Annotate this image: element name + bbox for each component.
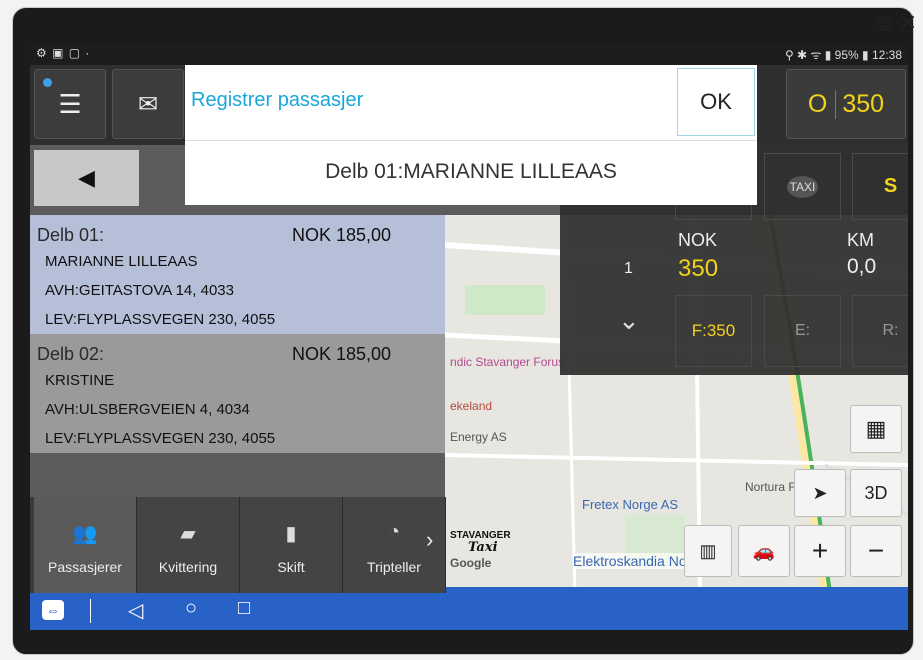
- 3d-label: 3D: [864, 482, 888, 503]
- teamviewer-icon[interactable]: ⇔: [42, 600, 64, 620]
- fare-value: 350: [835, 89, 884, 119]
- grid-icon: ▦: [865, 416, 887, 441]
- poi-label: ndic Stavanger Forus: [450, 355, 565, 369]
- s-button[interactable]: S: [852, 153, 908, 220]
- nav-back-icon[interactable]: ◁: [128, 598, 143, 623]
- mail-icon: ✉: [137, 90, 159, 118]
- e-button[interactable]: E:: [764, 295, 841, 367]
- list-item[interactable]: Delb 01: NOK 185,00 MARIANNE LILLEAAS AV…: [30, 215, 445, 334]
- google-logo: Google: [450, 556, 492, 570]
- bar-chart-icon: ▥: [699, 540, 717, 561]
- back-arrow-icon: ◀: [78, 165, 95, 190]
- f-label: F:350: [691, 321, 736, 340]
- back-button[interactable]: ◀: [34, 150, 139, 206]
- bottom-tab-bar: 👥 Passasjerer ▰ Kvittering ▮ Skift ◔ Tri…: [30, 497, 446, 593]
- nav-home-icon[interactable]: ○: [185, 597, 197, 620]
- nav-divider: [90, 599, 91, 623]
- location-arrow-icon: ➤: [812, 482, 828, 503]
- locate-button[interactable]: ➤: [794, 469, 846, 517]
- close-icon[interactable]: ✕: [899, 10, 917, 36]
- app-screen: ndic Stavanger Forus ekeland Energy AS F…: [30, 65, 908, 593]
- e-label: E:: [794, 322, 811, 339]
- nav-recent-icon[interactable]: □: [238, 597, 250, 620]
- passenger-count: 1: [624, 260, 633, 277]
- tab-kvittering[interactable]: ▰ Kvittering: [137, 497, 240, 593]
- list-item[interactable]: Delb 02: NOK 185,00 KRISTINE AVH:ULSBERG…: [30, 334, 445, 453]
- tab-label: Kvittering: [158, 559, 218, 575]
- poi-label: ekeland: [450, 399, 493, 413]
- selected-passenger[interactable]: Delb 01:MARIANNE LILLEAAS: [185, 160, 757, 184]
- grid-button[interactable]: ▦: [850, 405, 902, 453]
- dialog-divider: [185, 140, 757, 141]
- passenger-header: Delb 02: NOK 185,00: [30, 334, 445, 366]
- 3d-button[interactable]: 3D: [850, 469, 902, 517]
- taxi-icon: TAXI: [786, 175, 819, 198]
- passenger-name: MARIANNE LILLEAAS: [45, 253, 198, 270]
- passenger-price: NOK 185,00: [292, 344, 392, 364]
- km-label: KM: [847, 230, 874, 250]
- dropoff-address: LEV:FLYPLASSVEGEN 230, 4055: [45, 311, 276, 328]
- status-left-icons: ⚙ ▣ ▢ ·: [36, 46, 91, 60]
- stavanger-taxi-logo: STAVANGER Taxi Google: [450, 530, 511, 569]
- register-passenger-dialog: Registrer passasjer OK Delb 01:MARIANNE …: [185, 65, 757, 205]
- tab-label: Passasjerer: [48, 559, 122, 575]
- tab-skift[interactable]: ▮ Skift: [240, 497, 343, 593]
- zoom-in-button[interactable]: +: [794, 525, 846, 577]
- passenger-header: Delb 01: NOK 185,00: [30, 215, 445, 247]
- messages-button[interactable]: ✉: [112, 69, 184, 139]
- taxi-button[interactable]: TAXI: [764, 153, 841, 220]
- status-right-info: ⚲ ✱ ᯤ ▮ 95% ▮ 12:38: [784, 48, 902, 62]
- android-status-bar: ⚙ ▣ ▢ · ⚲ ✱ ᯤ ▮ 95% ▮ 12:38: [30, 43, 908, 65]
- logo-script: Taxi: [468, 540, 498, 555]
- menu-button[interactable]: ☰: [34, 69, 106, 139]
- shift-icon: ▮: [285, 523, 297, 545]
- car-icon: 🚗: [752, 540, 776, 561]
- passenger-price: NOK 185,00: [292, 225, 392, 245]
- r-button[interactable]: R:: [852, 295, 908, 367]
- pickup-address: AVH:ULSBERGVEIEN 4, 4034: [45, 401, 250, 418]
- passenger-id: Delb 01:: [37, 225, 105, 245]
- dialog-title: Registrer passasjer: [191, 89, 364, 111]
- r-label: R:: [882, 322, 899, 339]
- tab-passasjerer[interactable]: 👥 Passasjerer: [34, 497, 137, 593]
- receipt-icon: ▰: [180, 523, 196, 545]
- tab-label: Skift: [277, 559, 305, 575]
- android-nav-bar: ⇔ ◁ ○ □: [30, 593, 908, 630]
- notification-dot: [43, 78, 52, 87]
- cars-button[interactable]: 🚗: [738, 525, 790, 577]
- poi-label: Energy AS: [450, 430, 507, 444]
- minus-icon: −: [867, 535, 885, 566]
- fare-display[interactable]: O 350: [786, 69, 906, 139]
- s-label: S: [883, 175, 898, 197]
- passengers-icon: 👥: [72, 523, 98, 545]
- ok-button[interactable]: OK: [677, 68, 755, 136]
- plus-icon: +: [811, 535, 829, 566]
- window-controls: ⧉ ✕: [877, 10, 917, 36]
- passenger-id: Delb 02:: [37, 344, 105, 364]
- chevron-right-icon[interactable]: ›: [426, 527, 433, 553]
- f-button[interactable]: F:350: [675, 295, 752, 367]
- passenger-list: Delb 01: NOK 185,00 MARIANNE LILLEAAS AV…: [30, 215, 445, 495]
- fare-prefix: O: [807, 89, 828, 118]
- km-value: 0,0: [847, 255, 877, 278]
- stats-button[interactable]: ▥: [684, 525, 732, 577]
- pickup-address: AVH:GEITASTOVA 14, 4033: [45, 282, 234, 299]
- passenger-name: KRISTINE: [45, 372, 115, 389]
- tab-label: Tripteller: [367, 559, 421, 575]
- dropoff-address: LEV:FLYPLASSVEGEN 230, 4055: [45, 430, 276, 447]
- external-window-icon[interactable]: ⧉: [877, 10, 893, 36]
- zoom-out-button[interactable]: −: [850, 525, 902, 577]
- nok-label: NOK: [678, 230, 718, 250]
- chevron-down-icon[interactable]: ⌄: [618, 305, 640, 336]
- poi-label: Fretex Norge AS: [582, 497, 679, 512]
- menu-icon: ☰: [58, 88, 82, 119]
- nok-value: 350: [678, 255, 719, 282]
